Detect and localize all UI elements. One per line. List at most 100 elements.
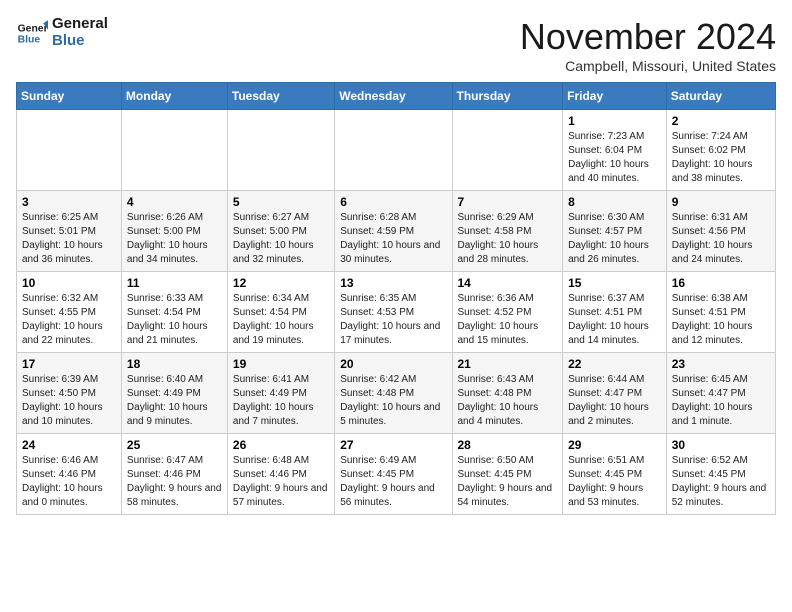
calendar-cell [17, 110, 122, 191]
day-number: 3 [22, 195, 116, 209]
day-number: 8 [568, 195, 661, 209]
day-header-saturday: Saturday [666, 83, 775, 110]
calendar-cell: 17 Sunrise: 6:39 AM Sunset: 4:50 PM Dayli… [17, 353, 122, 434]
logo: General Blue General Blue [16, 16, 108, 49]
day-header-sunday: Sunday [17, 83, 122, 110]
svg-text:Blue: Blue [18, 34, 41, 45]
day-info: Sunrise: 6:30 AM Sunset: 4:57 PM Dayligh… [568, 211, 661, 267]
day-info: Sunrise: 6:51 AM Sunset: 4:45 PM Dayligh… [568, 454, 661, 510]
day-number: 30 [672, 438, 770, 452]
day-number: 2 [672, 114, 770, 128]
day-info: Sunrise: 6:36 AM Sunset: 4:52 PM Dayligh… [458, 292, 558, 348]
day-info: Sunrise: 6:37 AM Sunset: 4:51 PM Dayligh… [568, 292, 661, 348]
day-info: Sunrise: 6:27 AM Sunset: 5:00 PM Dayligh… [233, 211, 329, 267]
day-info: Sunrise: 6:46 AM Sunset: 4:46 PM Dayligh… [22, 454, 116, 510]
calendar-header-row: SundayMondayTuesdayWednesdayThursdayFrid… [17, 83, 776, 110]
day-header-thursday: Thursday [452, 83, 563, 110]
day-info: Sunrise: 6:33 AM Sunset: 4:54 PM Dayligh… [127, 292, 222, 348]
calendar-week-row: 3 Sunrise: 6:25 AM Sunset: 5:01 PM Daylig… [17, 191, 776, 272]
day-header-tuesday: Tuesday [227, 83, 334, 110]
calendar-cell: 18 Sunrise: 6:40 AM Sunset: 4:49 PM Dayli… [121, 353, 227, 434]
logo-general: General [52, 16, 108, 33]
calendar-cell: 23Sunrise: 6:45 AM Sunset: 4:47 PM Dayli… [666, 353, 775, 434]
calendar-cell [452, 110, 563, 191]
day-number: 5 [233, 195, 329, 209]
day-info: Sunrise: 6:42 AM Sunset: 4:48 PM Dayligh… [340, 373, 446, 429]
day-info: Sunrise: 6:26 AM Sunset: 5:00 PM Dayligh… [127, 211, 222, 267]
day-number: 22 [568, 357, 661, 371]
day-info: Sunrise: 6:31 AM Sunset: 4:56 PM Dayligh… [672, 211, 770, 267]
day-header-friday: Friday [563, 83, 667, 110]
calendar-cell: 8 Sunrise: 6:30 AM Sunset: 4:57 PM Daylig… [563, 191, 667, 272]
calendar-cell: 15 Sunrise: 6:37 AM Sunset: 4:51 PM Dayli… [563, 272, 667, 353]
day-info: Sunrise: 6:47 AM Sunset: 4:46 PM Dayligh… [127, 454, 222, 510]
day-number: 4 [127, 195, 222, 209]
day-number: 20 [340, 357, 446, 371]
day-number: 13 [340, 276, 446, 290]
calendar-cell: 22Sunrise: 6:44 AM Sunset: 4:47 PM Dayli… [563, 353, 667, 434]
day-number: 7 [458, 195, 558, 209]
day-info: Sunrise: 6:25 AM Sunset: 5:01 PM Dayligh… [22, 211, 116, 267]
calendar-cell: 9Sunrise: 6:31 AM Sunset: 4:56 PM Daylig… [666, 191, 775, 272]
day-number: 23 [672, 357, 770, 371]
calendar-cell: 21 Sunrise: 6:43 AM Sunset: 4:48 PM Dayli… [452, 353, 563, 434]
calendar-week-row: 10Sunrise: 6:32 AM Sunset: 4:55 PM Dayli… [17, 272, 776, 353]
day-number: 26 [233, 438, 329, 452]
day-number: 24 [22, 438, 116, 452]
day-number: 6 [340, 195, 446, 209]
day-number: 15 [568, 276, 661, 290]
calendar-cell [335, 110, 452, 191]
calendar-cell: 16Sunrise: 6:38 AM Sunset: 4:51 PM Dayli… [666, 272, 775, 353]
calendar-cell: 29 Sunrise: 6:51 AM Sunset: 4:45 PM Dayli… [563, 434, 667, 515]
calendar-cell: 28 Sunrise: 6:50 AM Sunset: 4:45 PM Dayli… [452, 434, 563, 515]
calendar-cell: 12 Sunrise: 6:34 AM Sunset: 4:54 PM Dayli… [227, 272, 334, 353]
day-number: 29 [568, 438, 661, 452]
day-number: 21 [458, 357, 558, 371]
day-number: 16 [672, 276, 770, 290]
logo-blue: Blue [52, 33, 108, 50]
day-number: 14 [458, 276, 558, 290]
calendar-cell: 7Sunrise: 6:29 AM Sunset: 4:58 PM Daylig… [452, 191, 563, 272]
calendar-cell: 27Sunrise: 6:49 AM Sunset: 4:45 PM Dayli… [335, 434, 452, 515]
calendar-cell [227, 110, 334, 191]
calendar-cell: 14 Sunrise: 6:36 AM Sunset: 4:52 PM Dayli… [452, 272, 563, 353]
day-info: Sunrise: 6:32 AM Sunset: 4:55 PM Dayligh… [22, 292, 116, 348]
calendar-cell: 13 Sunrise: 6:35 AM Sunset: 4:53 PM Dayli… [335, 272, 452, 353]
day-info: Sunrise: 6:39 AM Sunset: 4:50 PM Dayligh… [22, 373, 116, 429]
day-number: 17 [22, 357, 116, 371]
day-info: Sunrise: 6:52 AM Sunset: 4:45 PM Dayligh… [672, 454, 770, 510]
day-info: Sunrise: 6:34 AM Sunset: 4:54 PM Dayligh… [233, 292, 329, 348]
day-info: Sunrise: 6:41 AM Sunset: 4:49 PM Dayligh… [233, 373, 329, 429]
calendar-week-row: 17 Sunrise: 6:39 AM Sunset: 4:50 PM Dayli… [17, 353, 776, 434]
calendar-cell: 25Sunrise: 6:47 AM Sunset: 4:46 PM Dayli… [121, 434, 227, 515]
calendar-cell: 19 Sunrise: 6:41 AM Sunset: 4:49 PM Dayli… [227, 353, 334, 434]
logo-icon: General Blue [16, 17, 48, 49]
svg-text:General: General [18, 23, 48, 34]
day-info: Sunrise: 6:40 AM Sunset: 4:49 PM Dayligh… [127, 373, 222, 429]
calendar-cell: 20 Sunrise: 6:42 AM Sunset: 4:48 PM Dayli… [335, 353, 452, 434]
day-number: 28 [458, 438, 558, 452]
calendar-cell: 24 Sunrise: 6:46 AM Sunset: 4:46 PM Dayli… [17, 434, 122, 515]
day-header-monday: Monday [121, 83, 227, 110]
day-info: Sunrise: 6:43 AM Sunset: 4:48 PM Dayligh… [458, 373, 558, 429]
day-info: Sunrise: 7:23 AM Sunset: 6:04 PM Dayligh… [568, 130, 661, 186]
day-number: 18 [127, 357, 222, 371]
calendar-cell: 11Sunrise: 6:33 AM Sunset: 4:54 PM Dayli… [121, 272, 227, 353]
day-info: Sunrise: 6:49 AM Sunset: 4:45 PM Dayligh… [340, 454, 446, 510]
day-info: Sunrise: 6:50 AM Sunset: 4:45 PM Dayligh… [458, 454, 558, 510]
day-number: 12 [233, 276, 329, 290]
calendar-cell: 3 Sunrise: 6:25 AM Sunset: 5:01 PM Daylig… [17, 191, 122, 272]
calendar-body: 1Sunrise: 7:23 AM Sunset: 6:04 PM Daylig… [17, 110, 776, 515]
location: Campbell, Missouri, United States [520, 58, 776, 74]
calendar-table: SundayMondayTuesdayWednesdayThursdayFrid… [16, 82, 776, 515]
title-area: November 2024 Campbell, Missouri, United… [520, 16, 776, 74]
day-number: 19 [233, 357, 329, 371]
calendar-cell: 10Sunrise: 6:32 AM Sunset: 4:55 PM Dayli… [17, 272, 122, 353]
header: General Blue General Blue November 2024 … [16, 16, 776, 74]
calendar-cell: 1Sunrise: 7:23 AM Sunset: 6:04 PM Daylig… [563, 110, 667, 191]
calendar-cell: 2Sunrise: 7:24 AM Sunset: 6:02 PM Daylig… [666, 110, 775, 191]
day-info: Sunrise: 6:35 AM Sunset: 4:53 PM Dayligh… [340, 292, 446, 348]
day-info: Sunrise: 6:48 AM Sunset: 4:46 PM Dayligh… [233, 454, 329, 510]
calendar-cell [121, 110, 227, 191]
day-header-wednesday: Wednesday [335, 83, 452, 110]
